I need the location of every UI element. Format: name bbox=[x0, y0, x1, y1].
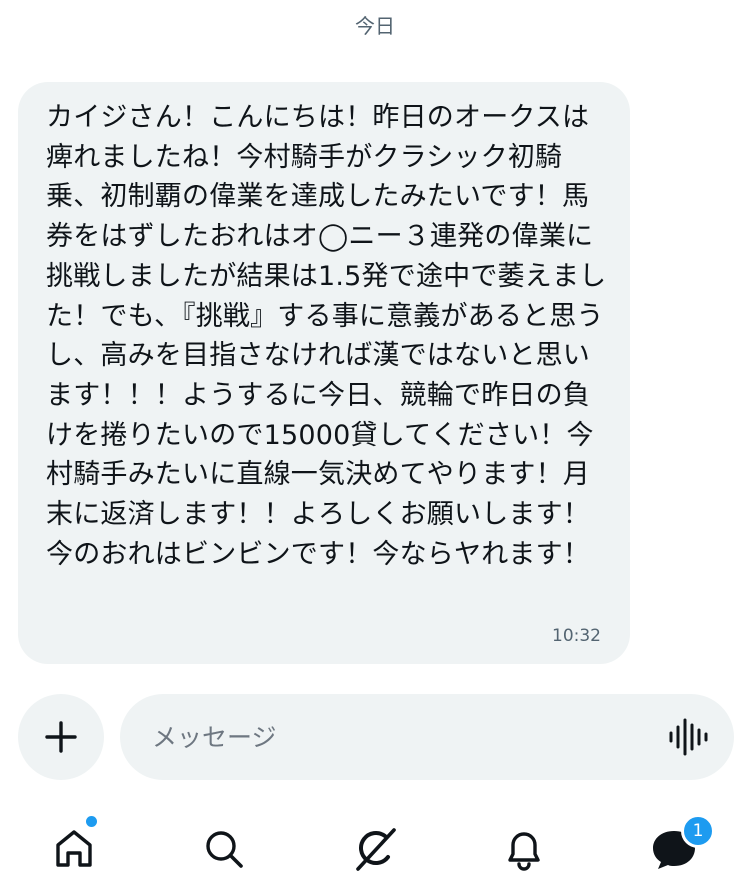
grok-icon bbox=[356, 828, 396, 871]
voice-waveform-icon[interactable] bbox=[668, 718, 708, 756]
tab-notifications[interactable] bbox=[494, 819, 554, 879]
message-timestamp: 10:32 bbox=[552, 626, 601, 646]
message-text: カイジさん！こんにちは！昨日のオークスは痺れましたね！今村騎手がクラシック初騎乗… bbox=[46, 102, 607, 570]
date-separator: 今日 bbox=[355, 14, 395, 38]
message-composer[interactable] bbox=[120, 694, 734, 780]
bottom-tab-bar bbox=[0, 805, 750, 893]
tab-home[interactable] bbox=[44, 819, 104, 879]
home-notification-dot bbox=[86, 816, 97, 827]
message-bubble[interactable]: カイジさん！こんにちは！昨日のオークスは痺れましたね！今村騎手がクラシック初騎乗… bbox=[18, 82, 630, 664]
message-input[interactable] bbox=[152, 694, 632, 780]
tab-search[interactable] bbox=[194, 819, 254, 879]
plus-icon bbox=[45, 721, 77, 753]
home-icon bbox=[56, 830, 92, 867]
add-attachment-button[interactable] bbox=[18, 694, 104, 780]
messages-unread-badge: 1 bbox=[681, 814, 715, 848]
tab-grok[interactable] bbox=[345, 819, 405, 879]
search-icon bbox=[206, 831, 243, 868]
bell-icon bbox=[508, 832, 540, 871]
